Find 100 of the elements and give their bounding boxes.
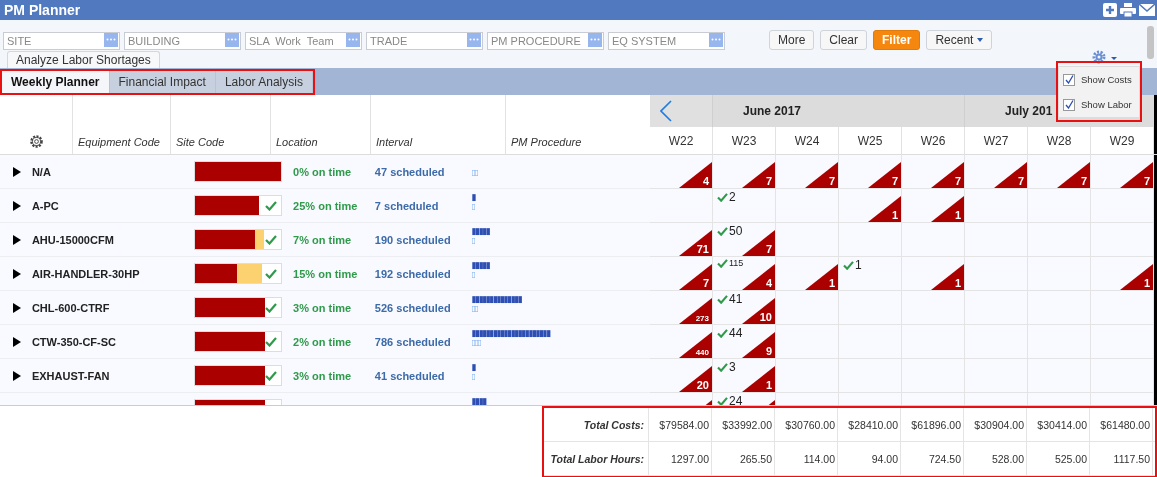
week-cell[interactable] [650,189,713,223]
week-cell[interactable] [902,359,965,393]
filter-field[interactable]: SITE [3,31,120,50]
mail-icon[interactable] [1139,4,1155,16]
week-cell[interactable]: 3 1 [713,359,776,393]
week-cell[interactable] [902,325,965,359]
overdue-flag[interactable]: 10 [742,298,775,324]
add-icon[interactable] [1103,3,1117,17]
week-cell[interactable]: 440 [650,325,713,359]
settings-icon[interactable] [28,134,44,149]
week-cell[interactable] [1028,291,1091,325]
week-cell[interactable] [1028,325,1091,359]
checkbox[interactable] [1063,98,1075,111]
week-cell[interactable] [965,189,1028,223]
overdue-flag[interactable]: 1 [1120,264,1153,290]
week-cell[interactable]: 7 [902,155,965,189]
week-cell[interactable]: 1 [776,257,839,291]
week-cell[interactable] [965,223,1028,257]
filter-field[interactable]: TRADE [366,31,483,50]
analyze-button[interactable]: Analyze Labor Shortages [7,51,160,68]
overdue-flag[interactable]: 1 [742,366,775,392]
overdue-flag[interactable]: 71 [679,230,712,256]
week-cell[interactable]: 2 [713,189,776,223]
week-cell[interactable]: 7 [1091,155,1154,189]
week-cell[interactable] [776,223,839,257]
expand-icon[interactable] [12,302,21,313]
overdue-flag[interactable]: 1 [931,196,964,222]
overdue-flag[interactable]: 1 [805,264,838,290]
filter-bar-button[interactable]: Recent [926,29,993,50]
week-cell[interactable] [1091,189,1154,223]
week-cell[interactable] [839,359,902,393]
week-cell[interactable]: 20 [650,359,713,393]
overdue-flag[interactable]: 7 [1057,162,1090,188]
week-cell[interactable] [839,223,902,257]
overdue-flag[interactable]: 440 [679,332,712,358]
overdue-flag[interactable]: 7 [742,230,775,256]
week-cell[interactable] [1091,325,1154,359]
scrollbar[interactable] [1147,26,1154,59]
overdue-flag[interactable]: 7 [742,162,775,188]
expand-icon[interactable] [12,336,21,347]
overdue-flag[interactable]: 4 [679,162,712,188]
checkbox[interactable] [1063,73,1075,86]
week-cell[interactable] [776,359,839,393]
print-icon[interactable] [1120,3,1136,17]
week-cell[interactable] [1028,359,1091,393]
overdue-flag[interactable]: 4 [742,264,775,290]
week-cell[interactable] [1091,223,1154,257]
week-cell[interactable] [965,359,1028,393]
week-cell[interactable]: 7 [776,155,839,189]
week-cell[interactable]: 1 [1091,257,1154,291]
previous-icon[interactable] [660,100,672,122]
week-cell[interactable]: 1 [902,257,965,291]
overdue-flag[interactable]: 7 [1120,162,1153,188]
overdue-flag[interactable]: 20 [679,366,712,392]
expand-icon[interactable] [12,234,21,245]
week-cell[interactable] [965,325,1028,359]
overdue-flag[interactable]: 7 [868,162,901,188]
week-cell[interactable]: 7 [650,257,713,291]
overdue-flag[interactable]: 7 [679,264,712,290]
tab[interactable]: Weekly Planner [2,71,110,93]
filter-bar-button[interactable]: Clear [820,29,868,50]
filter-field[interactable]: PM PROCEDURE [487,31,604,50]
filter-field[interactable]: EQ SYSTEM [608,31,725,50]
overdue-flag[interactable]: 1 [868,196,901,222]
week-cell[interactable]: 7 [1028,155,1091,189]
overdue-flag[interactable]: 273 [679,298,712,324]
week-cell[interactable] [839,325,902,359]
overdue-flag[interactable]: 7 [994,162,1027,188]
week-cell[interactable]: 24 [713,393,776,405]
week-cell[interactable] [1091,359,1154,393]
week-cell[interactable] [1028,257,1091,291]
filter-field[interactable]: BUILDING [124,31,241,50]
week-cell[interactable] [776,291,839,325]
expand-icon[interactable] [12,166,21,177]
week-cell[interactable]: 115 4 [713,257,776,291]
expand-icon[interactable] [12,370,21,381]
week-cell[interactable]: 273 [650,291,713,325]
tab[interactable]: Financial Impact [109,71,216,93]
week-cell[interactable]: 41 10 [713,291,776,325]
settings-icon[interactable] [1092,50,1118,64]
week-cell[interactable] [1028,189,1091,223]
menu-item[interactable]: Show Costs [1081,74,1132,85]
overdue-flag[interactable]: 7 [805,162,838,188]
expand-icon[interactable] [12,200,21,211]
week-cell[interactable] [902,223,965,257]
week-cell[interactable]: 1 [839,189,902,223]
filter-field[interactable]: SLA Work Team [245,31,362,50]
menu-item[interactable]: Show Labor [1081,99,1132,110]
week-cell[interactable] [1028,223,1091,257]
week-cell[interactable] [902,291,965,325]
week-cell[interactable]: 7 [713,155,776,189]
week-cell[interactable] [776,325,839,359]
week-cell[interactable]: 71 [650,223,713,257]
overdue-flag[interactable]: 7 [931,162,964,188]
week-cell[interactable]: 1 [839,257,902,291]
week-cell[interactable]: 50 7 [713,223,776,257]
tab[interactable]: Labor Analysis [215,71,313,93]
week-cell[interactable]: 44 9 [713,325,776,359]
week-cell[interactable]: 7 [839,155,902,189]
week-cell[interactable]: 1 [902,189,965,223]
